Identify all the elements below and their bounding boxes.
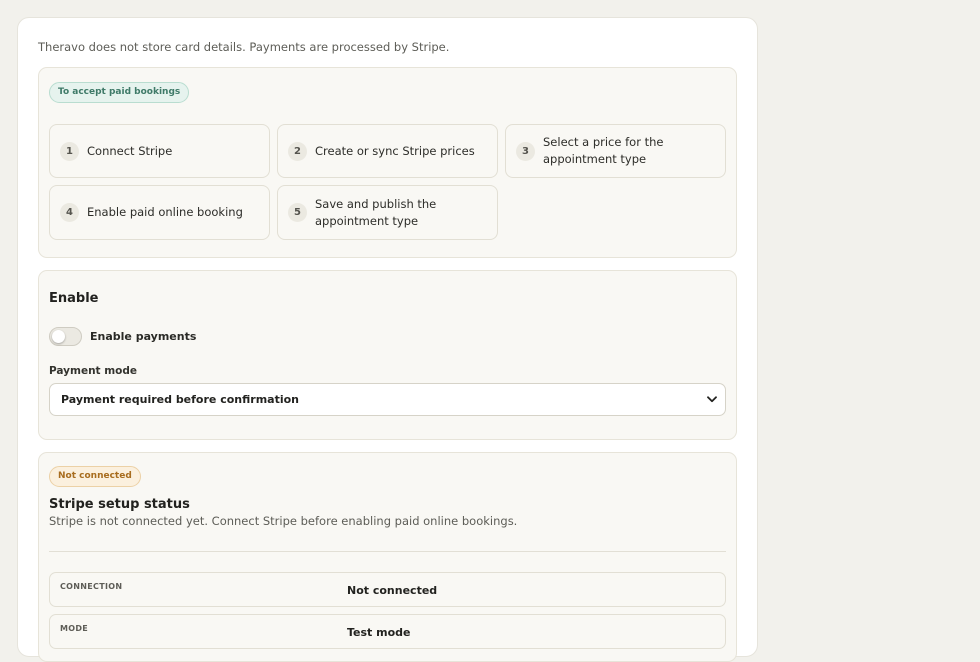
payments-settings-card: Theravo does not store card details. Pay… [17, 17, 758, 662]
step-create-prices: 2 Create or sync Stripe prices [277, 124, 498, 178]
step-number: 1 [60, 141, 79, 161]
enable-panel: Enable Enable payments Payment mode Paym… [38, 270, 737, 440]
stripe-notice: Theravo does not store card details. Pay… [38, 40, 450, 54]
payment-mode-value: Payment required before confirmation [61, 393, 299, 406]
connection-status-badge: Not connected [49, 466, 141, 487]
stripe-status-title: Stripe setup status [49, 497, 190, 512]
payment-mode-select[interactable]: Payment required before confirmation [49, 383, 726, 416]
mode-value: Test mode [347, 626, 411, 639]
connection-row: Connection Not connected [49, 572, 726, 607]
toggle-knob [52, 330, 65, 343]
connection-value: Not connected [347, 584, 438, 597]
step-label: Connect Stripe [87, 143, 173, 158]
stripe-status-description: Stripe is not connected yet. Connect Str… [49, 514, 518, 528]
enable-heading: Enable [49, 291, 99, 306]
step-label: Enable paid online booking [87, 205, 243, 219]
step-enable-paid-booking: 4 Enable paid online booking [49, 185, 270, 240]
step-number: 3 [516, 141, 535, 161]
enable-payments-toggle[interactable] [49, 327, 82, 346]
step-select-price: 3 Select a price for the appointment typ… [505, 124, 726, 178]
step-label: Save and publish the appointment type [315, 196, 437, 228]
step-number: 5 [288, 203, 307, 222]
step-label: Select a price for the appointment type [543, 135, 664, 166]
paid-bookings-steps-panel: To accept paid bookings 1 Connect Stripe… [38, 67, 737, 258]
mode-row: Mode Test mode [49, 614, 726, 649]
connection-key: Connection [60, 582, 123, 591]
enable-payments-label[interactable]: Enable payments [90, 330, 196, 343]
mode-key: Mode [60, 624, 89, 633]
paid-bookings-badge: To accept paid bookings [49, 82, 190, 103]
enable-payments-row: Enable payments [49, 327, 726, 346]
step-save-publish: 5 Save and publish the appointment type [277, 185, 498, 240]
step-number: 4 [60, 203, 79, 222]
chevron-down-icon [707, 396, 717, 403]
step-label: Create or sync Stripe prices [315, 143, 475, 158]
divider [49, 551, 726, 552]
stripe-status-panel: Not connected Stripe setup status Stripe… [38, 452, 737, 662]
step-number: 2 [288, 141, 307, 161]
step-connect-stripe: 1 Connect Stripe [49, 124, 270, 178]
steps-grid: 1 Connect Stripe 2 Create or sync Stripe… [49, 124, 726, 240]
payment-mode-label: Payment mode [49, 365, 138, 377]
